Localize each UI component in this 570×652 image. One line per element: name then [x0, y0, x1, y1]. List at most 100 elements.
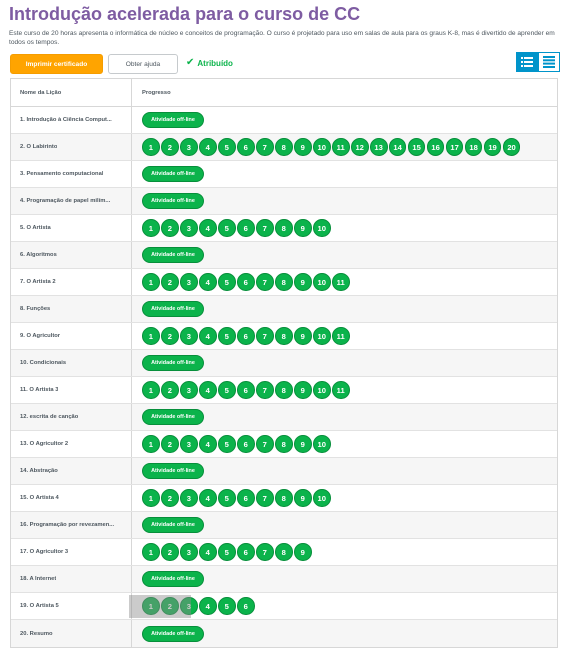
- level-bubble[interactable]: 9: [293, 435, 312, 453]
- level-bubble[interactable]: 3: [179, 138, 198, 156]
- level-bubble[interactable]: 6: [236, 489, 255, 507]
- level-bubble[interactable]: 9: [293, 327, 312, 345]
- lesson-name[interactable]: 16. Programação por revezamen...: [20, 522, 114, 528]
- level-bubble[interactable]: 1: [142, 435, 160, 453]
- level-bubble[interactable]: 1: [142, 219, 160, 237]
- list-view-button[interactable]: [516, 52, 538, 72]
- level-bubble[interactable]: 5: [217, 489, 236, 507]
- level-bubble[interactable]: 9: [293, 381, 312, 399]
- level-bubble[interactable]: 4: [198, 435, 217, 453]
- level-bubble[interactable]: 1: [142, 543, 160, 561]
- level-bubble[interactable]: 6: [236, 543, 255, 561]
- level-bubble[interactable]: 2: [160, 327, 179, 345]
- offline-activity-pill[interactable]: Atividade off-line: [142, 571, 204, 587]
- level-bubble[interactable]: 16: [426, 138, 445, 156]
- level-bubble[interactable]: 7: [255, 273, 274, 291]
- lesson-name[interactable]: 9. O Agricultor: [20, 333, 60, 339]
- level-bubble[interactable]: 9: [293, 138, 312, 156]
- level-bubble[interactable]: 9: [293, 219, 312, 237]
- lesson-name[interactable]: 11. O Artista 3: [20, 387, 58, 393]
- level-bubble[interactable]: 2: [160, 435, 179, 453]
- level-bubble[interactable]: 8: [274, 327, 293, 345]
- offline-activity-pill[interactable]: Atividade off-line: [142, 625, 204, 642]
- offline-activity-pill[interactable]: Atividade off-line: [142, 463, 204, 479]
- level-bubble[interactable]: 9: [293, 273, 312, 291]
- level-bubble[interactable]: 6: [236, 381, 255, 399]
- level-bubble[interactable]: 8: [274, 381, 293, 399]
- lesson-name[interactable]: 8. Funções: [20, 306, 50, 312]
- level-bubble[interactable]: 2: [160, 597, 179, 615]
- level-bubble[interactable]: 10: [312, 219, 331, 237]
- level-bubble[interactable]: 5: [217, 435, 236, 453]
- level-bubble[interactable]: 6: [236, 435, 255, 453]
- level-bubble[interactable]: 3: [179, 435, 198, 453]
- lesson-name[interactable]: 10. Condicionais: [20, 360, 66, 366]
- lesson-name[interactable]: 19. O Artista 5: [20, 603, 59, 609]
- level-bubble[interactable]: 1: [142, 381, 160, 399]
- level-bubble[interactable]: 2: [160, 381, 179, 399]
- level-bubble[interactable]: 3: [179, 381, 198, 399]
- level-bubble[interactable]: 2: [160, 273, 179, 291]
- level-bubble[interactable]: 14: [388, 138, 407, 156]
- level-bubble[interactable]: 4: [198, 327, 217, 345]
- level-bubble[interactable]: 7: [255, 381, 274, 399]
- level-bubble[interactable]: 8: [274, 435, 293, 453]
- level-bubble[interactable]: 6: [236, 327, 255, 345]
- level-bubble[interactable]: 2: [160, 138, 179, 156]
- offline-activity-pill[interactable]: Atividade off-line: [142, 517, 204, 533]
- lesson-name[interactable]: 2. O Labirinto: [20, 144, 57, 150]
- get-help-button[interactable]: Obter ajuda: [108, 54, 178, 74]
- lesson-name[interactable]: 20. Resumo: [20, 631, 53, 637]
- level-bubble[interactable]: 4: [198, 489, 217, 507]
- level-bubble[interactable]: 1: [142, 273, 160, 291]
- lesson-name[interactable]: 6. Algoritmos: [20, 252, 57, 258]
- level-bubble[interactable]: 9: [293, 489, 312, 507]
- level-bubble[interactable]: 4: [198, 219, 217, 237]
- level-bubble[interactable]: 12: [350, 138, 369, 156]
- lesson-name[interactable]: 14. Abstração: [20, 468, 58, 474]
- level-bubble[interactable]: 6: [236, 219, 255, 237]
- level-bubble[interactable]: 7: [255, 543, 274, 561]
- level-bubble[interactable]: 4: [198, 543, 217, 561]
- lesson-name[interactable]: 7. O Artista 2: [20, 279, 56, 285]
- level-bubble[interactable]: 15: [407, 138, 426, 156]
- level-bubble[interactable]: 6: [236, 138, 255, 156]
- level-bubble[interactable]: 20: [502, 138, 521, 156]
- level-bubble[interactable]: 2: [160, 543, 179, 561]
- level-bubble[interactable]: 2: [160, 219, 179, 237]
- offline-activity-pill[interactable]: Atividade off-line: [142, 301, 204, 317]
- offline-activity-pill[interactable]: Atividade off-line: [142, 166, 204, 182]
- level-bubble[interactable]: 2: [160, 489, 179, 507]
- level-bubble[interactable]: 6: [236, 597, 255, 615]
- level-bubble[interactable]: 1: [142, 327, 160, 345]
- level-bubble[interactable]: 5: [217, 219, 236, 237]
- lesson-name[interactable]: 18. A Internet: [20, 576, 56, 582]
- level-bubble[interactable]: 8: [274, 138, 293, 156]
- level-bubble[interactable]: 4: [198, 138, 217, 156]
- lesson-name[interactable]: 5. O Artista: [20, 225, 51, 231]
- level-bubble[interactable]: 8: [274, 273, 293, 291]
- level-bubble[interactable]: 4: [198, 273, 217, 291]
- level-bubble[interactable]: 5: [217, 597, 236, 615]
- level-bubble[interactable]: 1: [142, 138, 160, 156]
- level-bubble[interactable]: 19: [483, 138, 502, 156]
- level-bubble[interactable]: 10: [312, 138, 331, 156]
- lesson-name[interactable]: 17. O Agricultor 3: [20, 549, 68, 555]
- level-bubble[interactable]: 4: [198, 597, 217, 615]
- offline-activity-pill[interactable]: Atividade off-line: [142, 112, 204, 128]
- lesson-name[interactable]: 15. O Artista 4: [20, 495, 59, 501]
- level-bubble[interactable]: 5: [217, 381, 236, 399]
- level-bubble[interactable]: 3: [179, 219, 198, 237]
- level-bubble[interactable]: 3: [179, 489, 198, 507]
- level-bubble[interactable]: 8: [274, 219, 293, 237]
- level-bubble[interactable]: 9: [293, 543, 312, 561]
- level-bubble[interactable]: 6: [236, 273, 255, 291]
- offline-activity-pill[interactable]: Atividade off-line: [142, 409, 204, 425]
- offline-activity-pill[interactable]: Atividade off-line: [142, 247, 204, 263]
- level-bubble[interactable]: 8: [274, 543, 293, 561]
- lesson-name[interactable]: 1. Introdução à Ciência Comput...: [20, 117, 112, 123]
- lesson-name[interactable]: 3. Pensamento computacional: [20, 171, 103, 177]
- level-bubble[interactable]: 13: [369, 138, 388, 156]
- level-bubble[interactable]: 5: [217, 543, 236, 561]
- print-certificate-button[interactable]: Imprimir certificado: [10, 54, 103, 74]
